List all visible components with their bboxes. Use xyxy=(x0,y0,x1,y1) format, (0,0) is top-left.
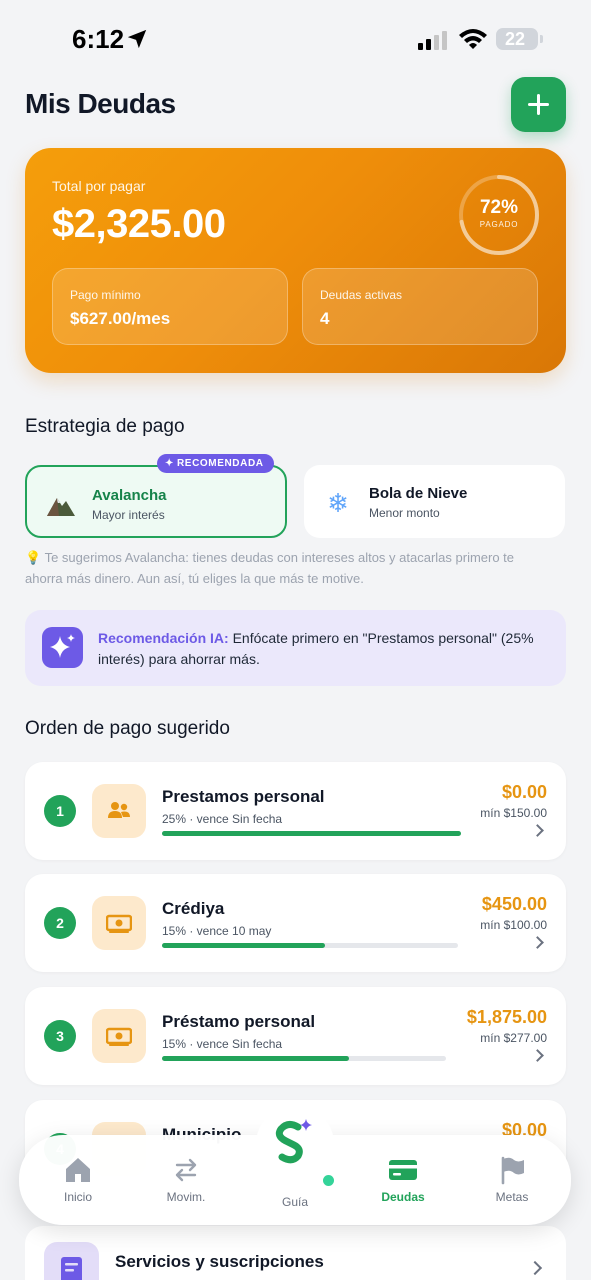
guide-status-dot xyxy=(323,1175,334,1186)
debt-amount: $450.00 xyxy=(481,894,547,914)
guide-logo-icon xyxy=(275,1119,312,1164)
strategy-snowball-subtitle: Menor monto xyxy=(369,506,440,520)
total-amount: $2,325.00 xyxy=(52,202,226,246)
nav-item-inicio[interactable]: Inicio xyxy=(33,1135,123,1225)
debt-meta: 15% · vence 10 may xyxy=(162,924,272,938)
services-title: Servicios y suscripciones xyxy=(115,1252,324,1271)
paid-label: PAGADO xyxy=(479,220,519,229)
debt-min-payment: mín $277.00 xyxy=(480,1031,547,1045)
min-payment-box: Pago mínimo $627.00/mes xyxy=(52,268,288,345)
rank-badge: 2 xyxy=(44,907,76,939)
ai-recommendation-text: Recomendación IA: Enfócate primero en "P… xyxy=(98,628,548,670)
nav-item-deudas[interactable]: Deudas xyxy=(358,1135,448,1225)
nav-label: Inicio xyxy=(63,1190,92,1204)
page-title: Mis Deudas xyxy=(25,88,176,119)
debt-card[interactable]: 3 Préstamo personal 15% · vence Sin fech… xyxy=(25,987,566,1085)
rank-badge: 1 xyxy=(44,795,76,827)
rank-badge: 3 xyxy=(44,1020,76,1052)
money-icon xyxy=(92,896,146,950)
debt-progress-track xyxy=(162,1056,446,1061)
debt-name: Prestamos personal xyxy=(162,787,325,806)
order-title: Orden de pago sugerido xyxy=(25,718,230,739)
debt-name: Crédiya xyxy=(162,899,225,918)
battery-indicator: 22 xyxy=(496,28,543,50)
sparkle-icon xyxy=(42,627,83,668)
debt-card[interactable]: 2 Crédiya 15% · vence 10 may $450.00 mín… xyxy=(25,874,566,972)
summary-card: Total por pagar $2,325.00 72% PAGADO Pag… xyxy=(25,148,566,373)
nav-label: Metas xyxy=(495,1190,529,1204)
active-debts-value: 4 xyxy=(320,309,330,328)
status-time: 6:12 xyxy=(72,24,125,54)
debt-card[interactable]: 1 Prestamos personal 25% · vence Sin fec… xyxy=(25,762,566,860)
nav-label: Guía xyxy=(281,1195,308,1209)
nav-item-metas[interactable]: Metas xyxy=(467,1135,557,1225)
nav-label: Deudas xyxy=(381,1190,425,1204)
debt-progress-fill xyxy=(162,943,325,948)
debt-min-payment: mín $100.00 xyxy=(480,918,547,932)
strategy-avalanche-subtitle: Mayor interés xyxy=(92,508,165,522)
paid-percent: 72% xyxy=(479,197,519,218)
debt-progress-fill xyxy=(162,1056,350,1061)
total-label: Total por pagar xyxy=(52,178,146,194)
location-arrow-icon xyxy=(127,29,147,49)
home-icon xyxy=(66,1158,90,1182)
min-payment-value: $627.00/mes xyxy=(70,309,171,328)
strategy-hint: 💡 Te sugerimos Avalancha: tienes deudas … xyxy=(25,550,515,586)
money-icon xyxy=(92,1009,146,1063)
debt-meta: 15% · vence Sin fecha xyxy=(162,1037,283,1051)
chevron-right-icon xyxy=(531,824,544,837)
wifi-icon xyxy=(459,29,487,49)
debt-progress-track xyxy=(162,943,458,948)
strategy-avalanche-title: Avalancha xyxy=(92,487,167,504)
active-debts-box: Deudas activas 4 xyxy=(302,268,538,345)
ai-recommendation-card: Recomendación IA: Enfócate primero en "P… xyxy=(25,610,566,686)
strategy-avalanche[interactable]: Avalancha Mayor interés xyxy=(25,465,287,538)
debt-min-payment: mín $150.00 xyxy=(480,806,547,820)
chevron-right-icon xyxy=(527,1260,543,1276)
people-icon xyxy=(92,784,146,838)
strategy-snowball-title: Bola de Nieve xyxy=(369,485,468,502)
min-payment-label: Pago mínimo xyxy=(70,288,141,302)
debt-meta: 25% · vence Sin fecha xyxy=(162,812,283,826)
strategy-title: Estrategia de pago xyxy=(25,416,185,437)
card-icon xyxy=(389,1160,417,1180)
debt-amount: $1,875.00 xyxy=(466,1007,547,1027)
battery-level: 22 xyxy=(504,29,526,49)
nav-label: Movim. xyxy=(166,1190,206,1204)
ai-label: Recomendación IA: xyxy=(98,630,229,646)
debt-name: Préstamo personal xyxy=(162,1012,316,1031)
nav-item-movimientos[interactable]: Movim. xyxy=(141,1135,231,1225)
debt-progress-track xyxy=(162,831,461,836)
chevron-right-icon xyxy=(531,1049,544,1062)
guide-button[interactable] xyxy=(256,1105,334,1183)
snowflake-icon: ❄ xyxy=(327,488,349,518)
transfer-icon xyxy=(175,1158,197,1182)
signal-icon xyxy=(418,31,447,50)
chevron-right-icon xyxy=(531,936,544,949)
recommended-badge: ✦ RECOMENDADA xyxy=(157,454,274,473)
add-debt-button[interactable] xyxy=(511,77,566,132)
strategy-snowball[interactable]: ❄ Bola de Nieve Menor monto xyxy=(304,465,565,538)
flag-icon xyxy=(501,1156,524,1185)
status-bar: 6:12 22 xyxy=(0,0,591,80)
mountain-icon xyxy=(47,498,75,516)
receipt-icon xyxy=(44,1242,99,1280)
debt-amount: $0.00 xyxy=(501,782,547,802)
services-card[interactable]: Servicios y suscripciones xyxy=(25,1226,566,1280)
active-debts-label: Deudas activas xyxy=(320,288,403,302)
debt-progress-fill xyxy=(162,831,461,836)
